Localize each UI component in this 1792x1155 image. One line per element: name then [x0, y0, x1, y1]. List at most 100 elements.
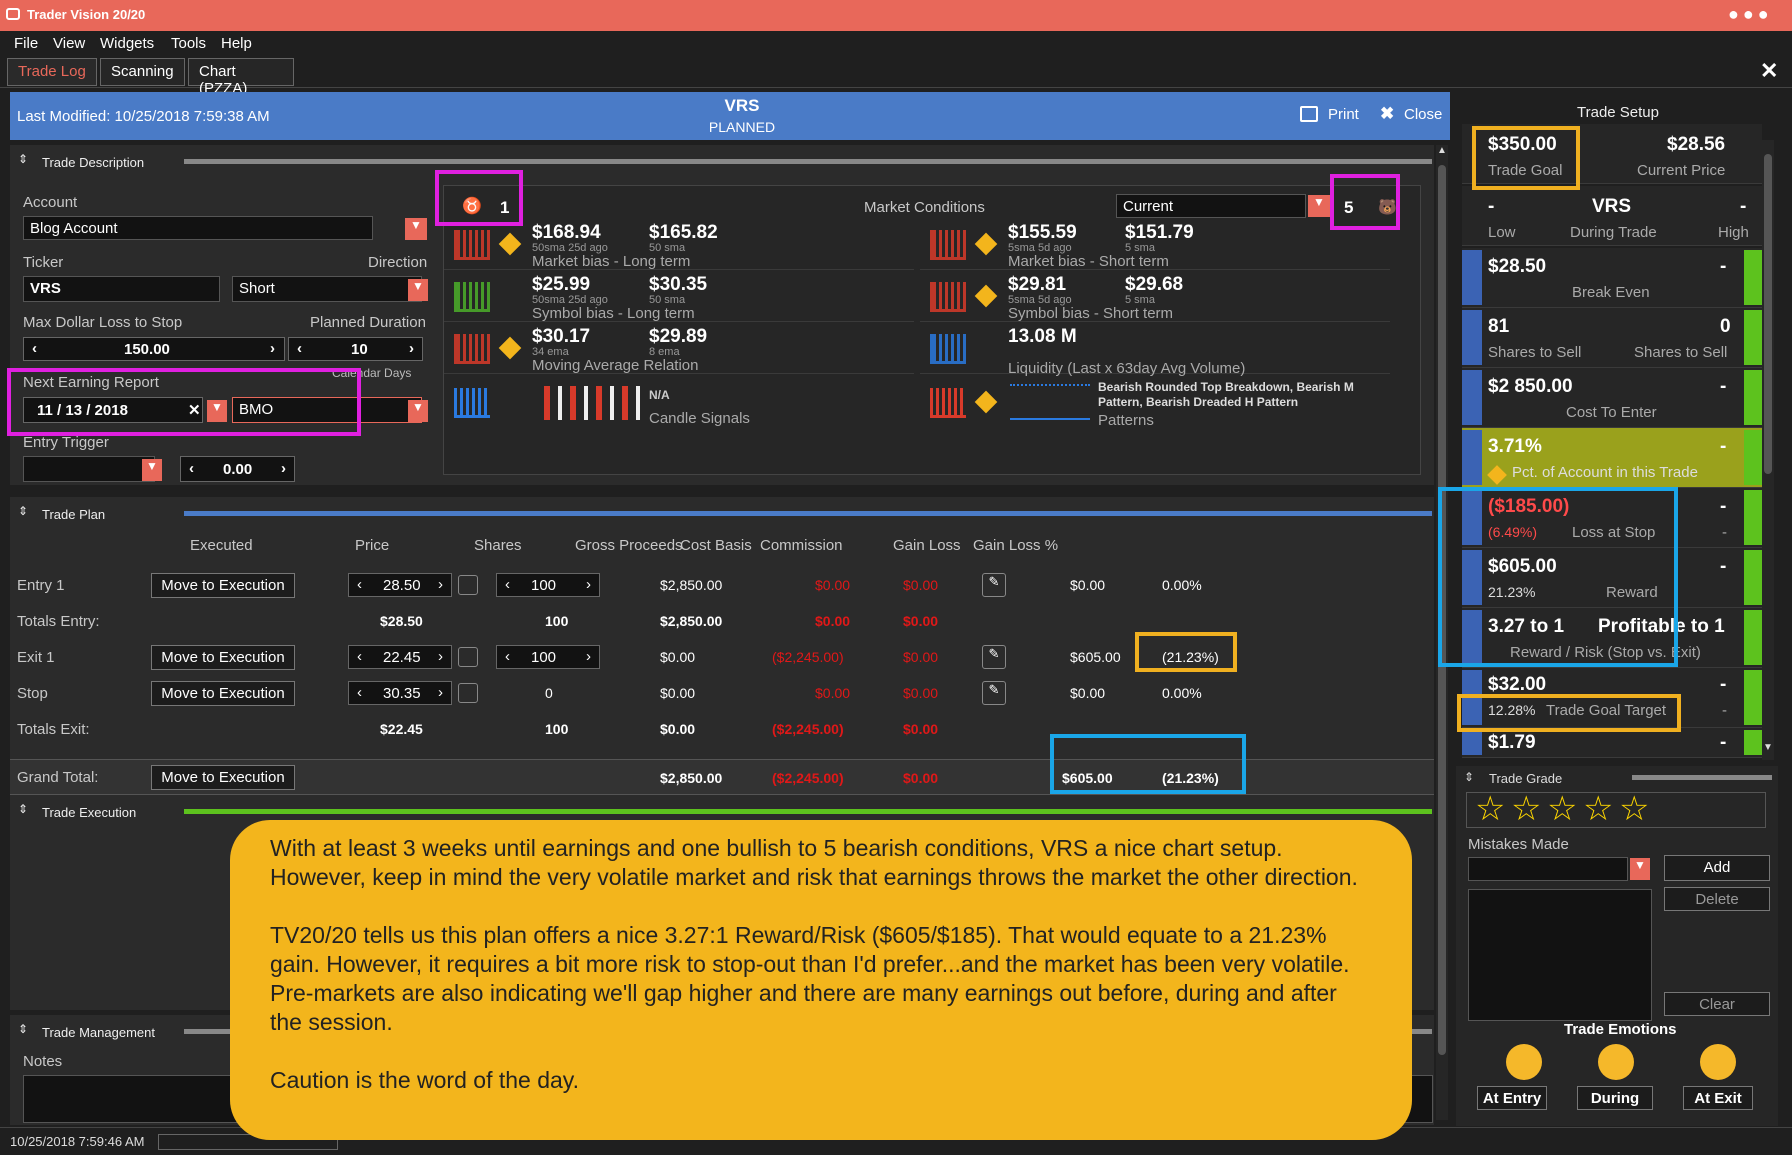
delete-mistake-button[interactable]: Delete [1664, 887, 1770, 911]
direction-dropdown-icon[interactable]: ▼ [408, 279, 428, 301]
market-condition-select[interactable]: Current [1116, 194, 1306, 218]
section-title: Trade Plan [42, 507, 106, 522]
increment-icon[interactable]: › [409, 340, 414, 357]
entry-trigger-dropdown-icon[interactable]: ▼ [142, 459, 162, 481]
at-exit-button[interactable]: At Exit [1683, 1086, 1753, 1110]
star-icon[interactable]: ☆ [1511, 789, 1541, 829]
move-to-execution-button[interactable]: Move to Execution [151, 765, 295, 790]
edit-icon[interactable]: ✎ [982, 645, 1006, 669]
max-loss-value: 150.00 [124, 341, 170, 358]
print-icon[interactable] [1300, 106, 1318, 122]
shares-stepper[interactable]: ‹ 100 › [496, 573, 600, 597]
window-controls-icon[interactable]: ●●● [1728, 4, 1773, 25]
close-tab-icon[interactable]: ✕ [1760, 58, 1778, 84]
trade-description-header[interactable]: ⇕ Trade Description [10, 149, 1434, 173]
ticker-input[interactable]: VRS [23, 276, 220, 302]
during-button[interactable]: During [1577, 1086, 1653, 1110]
menu-tools[interactable]: Tools [171, 35, 206, 52]
decrement-icon[interactable]: ‹ [357, 648, 362, 665]
star-icon[interactable]: ☆ [1583, 789, 1613, 829]
decrement-icon[interactable]: ‹ [505, 576, 510, 593]
increment-icon[interactable]: › [586, 576, 591, 593]
collapse-icon[interactable]: ⇕ [18, 152, 28, 166]
row-indicator [1744, 490, 1762, 545]
market-condition-dropdown-icon[interactable]: ▼ [1308, 195, 1330, 217]
scroll-thumb[interactable] [1764, 154, 1772, 474]
star-icon[interactable]: ☆ [1619, 789, 1649, 829]
mistakes-dropdown-icon[interactable]: ▼ [1630, 858, 1650, 880]
add-mistake-button[interactable]: Add [1664, 855, 1770, 881]
menu-widgets[interactable]: Widgets [100, 35, 154, 52]
decrement-icon[interactable]: ‹ [189, 460, 194, 477]
move-to-execution-button[interactable]: Move to Execution [151, 681, 295, 706]
tab-strip: Trade Log Scanning Chart (PZZA) ✕ [0, 56, 1792, 97]
condition-value-2: $151.79 [1125, 222, 1194, 243]
increment-icon[interactable]: › [438, 684, 443, 701]
close-icon[interactable]: ✖ [1380, 104, 1394, 124]
move-to-execution-button[interactable]: Move to Execution [151, 645, 295, 670]
warning-icon [498, 232, 522, 256]
scroll-down-icon[interactable]: ▼ [1763, 742, 1773, 753]
entry-trigger-stepper[interactable]: ‹ 0.00 › [180, 456, 295, 482]
warning-icon [974, 232, 998, 256]
increment-icon[interactable]: › [281, 460, 286, 477]
mistakes-select[interactable] [1468, 857, 1628, 881]
collapse-icon[interactable]: ⇕ [18, 802, 28, 816]
decrement-icon[interactable]: ‹ [32, 340, 37, 357]
increment-icon[interactable]: › [586, 648, 591, 665]
emoji-neutral-icon[interactable] [1506, 1044, 1542, 1080]
trade-plan-header[interactable]: ⇕ Trade Plan [10, 501, 1434, 525]
price-stepper[interactable]: ‹ 22.45 › [348, 645, 452, 669]
menu-view[interactable]: View [53, 35, 85, 52]
collapse-icon[interactable]: ⇕ [18, 1022, 28, 1036]
menu-file[interactable]: File [14, 35, 38, 52]
tab-chart[interactable]: Chart (PZZA) [188, 58, 294, 97]
at-entry-button[interactable]: At Entry [1477, 1086, 1547, 1110]
decrement-icon[interactable]: ‹ [297, 340, 302, 357]
duration-stepper[interactable]: ‹ 10 › [288, 337, 423, 361]
tab-trade-log[interactable]: Trade Log [7, 58, 97, 86]
calculator-icon[interactable] [458, 683, 478, 703]
price-stepper[interactable]: ‹ 30.35 › [348, 681, 452, 705]
emoji-neutral-icon[interactable] [1700, 1044, 1736, 1080]
max-loss-stepper[interactable]: ‹ 150.00 › [23, 337, 285, 361]
star-rating[interactable]: ☆ ☆ ☆ ☆ ☆ [1466, 789, 1766, 829]
entry-trigger-select[interactable] [23, 456, 155, 482]
reward-right: - [1720, 556, 1727, 577]
decrement-icon[interactable]: ‹ [505, 648, 510, 665]
move-to-execution-button[interactable]: Move to Execution [151, 573, 295, 598]
candle-caption: Candle Signals [649, 410, 750, 427]
decrement-icon[interactable]: ‹ [357, 684, 362, 701]
low-label: Low [1488, 224, 1516, 241]
clear-mistakes-button[interactable]: Clear [1664, 992, 1770, 1016]
setup-scrollbar[interactable]: ▼ [1762, 140, 1774, 760]
tab-scanning[interactable]: Scanning [100, 58, 185, 86]
plan-row: Entry 1 Move to Execution ‹ 28.50 › ‹ 100 › $2,8… [10, 571, 1434, 601]
edit-icon[interactable]: ✎ [982, 681, 1006, 705]
scroll-up-icon[interactable]: ▲ [1437, 145, 1447, 156]
calculator-icon[interactable] [458, 575, 478, 595]
decrement-icon[interactable]: ‹ [357, 576, 362, 593]
collapse-icon[interactable]: ⇕ [18, 504, 28, 518]
edit-icon[interactable]: ✎ [982, 573, 1006, 597]
star-icon[interactable]: ☆ [1547, 789, 1577, 829]
increment-icon[interactable]: › [270, 340, 275, 357]
close-button[interactable]: Close [1404, 106, 1442, 123]
shares-stepper[interactable]: ‹ 100 › [496, 645, 600, 669]
calculator-icon[interactable] [458, 647, 478, 667]
direction-select[interactable]: Short [232, 276, 422, 302]
star-icon[interactable]: ☆ [1475, 789, 1505, 829]
emoji-neutral-icon[interactable] [1598, 1044, 1634, 1080]
setup-last-row: $1.79 - [1462, 728, 1762, 758]
print-button[interactable]: Print [1328, 106, 1359, 123]
menu-help[interactable]: Help [221, 35, 252, 52]
increment-icon[interactable]: › [438, 576, 443, 593]
account-dropdown-icon[interactable]: ▼ [405, 218, 427, 240]
mistakes-list[interactable] [1468, 889, 1652, 1021]
increment-icon[interactable]: › [438, 648, 443, 665]
collapse-icon[interactable]: ⇕ [1464, 770, 1474, 784]
condition-caption: Moving Average Relation [532, 357, 699, 374]
earning-time-dropdown-icon[interactable]: ▼ [408, 400, 428, 422]
account-select[interactable]: Blog Account [23, 216, 373, 240]
price-stepper[interactable]: ‹ 28.50 › [348, 573, 452, 597]
